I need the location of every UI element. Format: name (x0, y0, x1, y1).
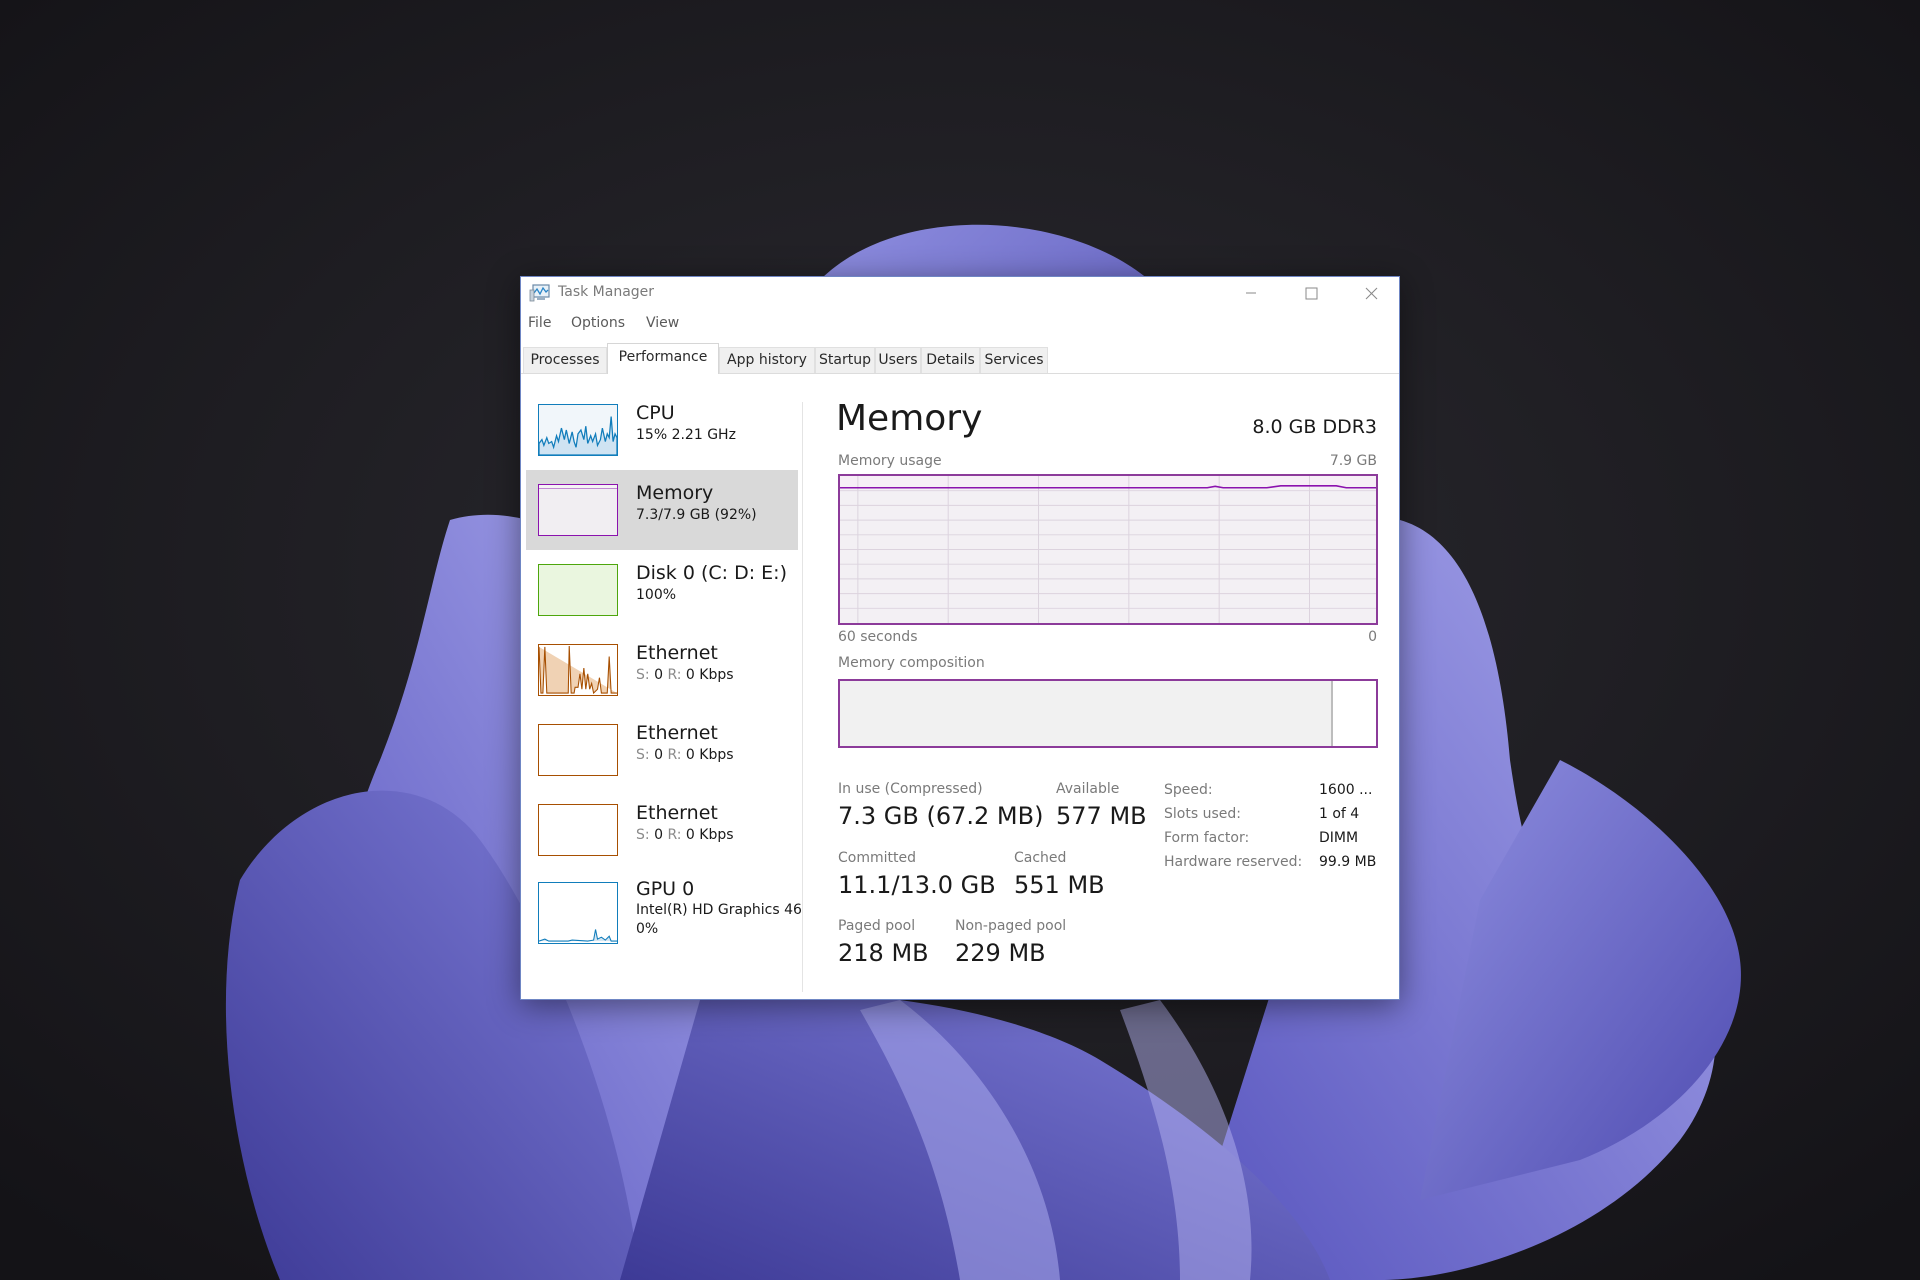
receive-value: 0 Kbps (685, 667, 734, 683)
task-manager-window: Task Manager File Options View Processes… (520, 276, 1400, 1000)
memory-usage-label: Memory usage (838, 453, 942, 469)
receive-label: R: (667, 747, 682, 763)
send-value: 0 (654, 827, 663, 843)
memory-usage-line (840, 485, 1376, 489)
slots-used-value: 1 of 4 (1319, 806, 1360, 822)
send-value: 0 (654, 667, 663, 683)
menu-options[interactable]: Options (571, 315, 625, 331)
paged-pool-label: Paged pool (838, 918, 916, 934)
sidebar-item-ethernet[interactable]: Ethernet S: 0 R: 0 Kbps (526, 794, 798, 874)
ethernet-thumbnail-graph (538, 804, 618, 856)
memory-composition-label: Memory composition (838, 655, 985, 671)
memory-usage-max: 7.9 GB (1329, 453, 1377, 469)
sidebar-item-ethernet[interactable]: Ethernet S: 0 R: 0 Kbps (526, 634, 798, 714)
available-label: Available (1056, 781, 1120, 797)
ethernet-label: Ethernet (636, 802, 718, 824)
ethernet-thumbnail-graph (538, 724, 618, 776)
paged-pool-value: 218 MB (838, 939, 929, 967)
ethernet-label: Ethernet (636, 722, 718, 744)
sidebar-divider (802, 402, 803, 992)
send-label: S: (636, 747, 650, 763)
memory-thumbnail-graph (538, 484, 618, 536)
cached-value: 551 MB (1014, 871, 1105, 899)
disk-usage: 100% (636, 587, 677, 603)
cpu-thumbnail-graph (538, 404, 618, 456)
disk-label: Disk 0 (C: D: E:) (636, 562, 787, 584)
page-title: Memory (836, 398, 983, 439)
hardware-reserved-label: Hardware reserved: (1164, 854, 1303, 870)
committed-value: 11.1/13.0 GB (838, 871, 996, 899)
gpu-model: Intel(R) HD Graphics 4600 (636, 902, 802, 918)
available-value: 577 MB (1056, 802, 1147, 830)
form-factor-label: Form factor: (1164, 830, 1250, 846)
tab-app-history[interactable]: App history (719, 347, 815, 373)
committed-label: Committed (838, 850, 916, 866)
non-paged-pool-label: Non-paged pool (955, 918, 1067, 934)
memory-usage: 7.3/7.9 GB (92%) (636, 507, 757, 523)
memory-label: Memory (636, 482, 714, 504)
slots-used-label: Slots used: (1164, 806, 1241, 822)
receive-value: 0 Kbps (685, 747, 734, 763)
composition-in-use-segment (840, 681, 1334, 746)
hardware-reserved-value: 99.9 MB (1319, 854, 1377, 870)
cached-label: Cached (1014, 850, 1067, 866)
tab-processes[interactable]: Processes (523, 347, 607, 373)
in-use-label: In use (Compressed) (838, 781, 983, 797)
ethernet-throughput: S: 0 R: 0 Kbps (636, 827, 734, 843)
menu-view[interactable]: View (646, 315, 679, 331)
gpu-thumbnail-graph (538, 882, 618, 944)
speed-value: 1600 ... (1319, 782, 1373, 798)
cpu-usage: 15% 2.21 GHz (636, 427, 736, 443)
non-paged-pool-value: 229 MB (955, 939, 1046, 967)
receive-label: R: (667, 827, 682, 843)
send-label: S: (636, 667, 650, 683)
memory-type: 8.0 GB DDR3 (1252, 416, 1377, 438)
window-title: Task Manager (558, 284, 655, 300)
sidebar-item-cpu[interactable]: CPU 15% 2.21 GHz (526, 394, 798, 474)
disk-thumbnail-graph (538, 564, 618, 616)
in-use-value: 7.3 GB (67.2 MB) (838, 802, 1044, 830)
ethernet-throughput: S: 0 R: 0 Kbps (636, 747, 734, 763)
send-value: 0 (654, 747, 663, 763)
cpu-label: CPU (636, 402, 675, 424)
sidebar-item-gpu-0[interactable]: GPU 0 Intel(R) HD Graphics 4600 0% (526, 876, 802, 966)
form-factor-value: DIMM (1319, 830, 1359, 846)
speed-label: Speed: (1164, 782, 1213, 798)
ethernet-thumbnail-graph (538, 644, 618, 696)
performance-sidebar: CPU 15% 2.21 GHz Memory 7.3/7.9 GB (92%)… (521, 374, 802, 1000)
graph-time-start: 60 seconds (838, 629, 918, 645)
receive-label: R: (667, 667, 682, 683)
menu-file[interactable]: File (528, 315, 551, 331)
gpu-usage: 0% (636, 921, 659, 937)
gpu-label: GPU 0 (636, 878, 695, 900)
ethernet-throughput: S: 0 R: 0 Kbps (636, 667, 734, 683)
graph-time-end: 0 (1368, 629, 1377, 645)
sidebar-item-disk-0[interactable]: Disk 0 (C: D: E:) 100% (526, 554, 798, 634)
memory-usage-fill (840, 487, 1376, 623)
send-label: S: (636, 827, 650, 843)
ethernet-label: Ethernet (636, 642, 718, 664)
tab-performance[interactable]: Performance (607, 343, 719, 374)
memory-composition-bar (838, 679, 1378, 748)
memory-usage-graph (838, 474, 1378, 625)
memory-detail-panel: Memory 8.0 GB DDR3 Memory usage 7.9 GB 6… (836, 277, 1381, 997)
sidebar-item-memory[interactable]: Memory 7.3/7.9 GB (92%) (526, 470, 798, 550)
sidebar-item-ethernet[interactable]: Ethernet S: 0 R: 0 Kbps (526, 714, 798, 794)
receive-value: 0 Kbps (685, 827, 734, 843)
task-manager-app-icon (529, 284, 550, 302)
